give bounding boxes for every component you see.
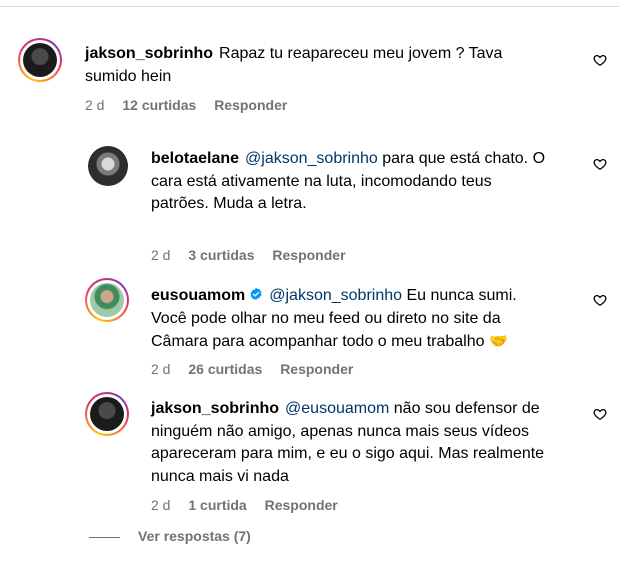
comment-username[interactable]: belotaelane — [151, 150, 239, 167]
comment-mention[interactable]: @eusouamom — [285, 400, 389, 417]
view-replies-line — [89, 537, 120, 538]
likes-count-button[interactable]: 3 curtidas — [188, 247, 254, 263]
verified-badge-icon — [250, 287, 262, 301]
comment-meta: 2 d 12 curtidas Responder — [85, 97, 287, 113]
comment-username[interactable]: eusouamom — [151, 287, 245, 304]
reply-button[interactable]: Responder — [265, 497, 338, 513]
comment-meta: 2 d 3 curtidas Responder — [151, 247, 346, 263]
heart-outline-icon[interactable] — [593, 293, 607, 307]
reply-button[interactable]: Responder — [280, 361, 353, 377]
comment-meta: 2 d 26 curtidas Responder — [151, 361, 353, 377]
view-replies-button[interactable]: Ver respostas (7) — [138, 528, 251, 544]
avatar[interactable] — [88, 146, 132, 190]
avatar[interactable] — [85, 278, 129, 322]
comment-time[interactable]: 2 d — [85, 97, 104, 113]
heart-outline-icon[interactable] — [593, 157, 607, 171]
heart-outline-icon[interactable] — [593, 53, 607, 67]
comment-mention[interactable]: @jakson_sobrinho — [269, 287, 402, 304]
comment-text: jakson_sobrinho Rapaz tu reapareceu meu j… — [85, 43, 545, 88]
comment-time[interactable]: 2 d — [151, 247, 170, 263]
comment-time[interactable]: 2 d — [151, 497, 170, 513]
comment-time[interactable]: 2 d — [151, 361, 170, 377]
comment-mention[interactable]: @jakson_sobrinho — [245, 150, 378, 167]
comment-username[interactable]: jakson_sobrinho — [151, 400, 279, 417]
likes-count-button[interactable]: 12 curtidas — [122, 97, 196, 113]
avatar[interactable] — [85, 392, 129, 436]
comment-username[interactable]: jakson_sobrinho — [85, 45, 213, 62]
reply-button[interactable]: Responder — [214, 97, 287, 113]
comment-text: belotaelane @jakson_sobrinho para que est… — [151, 148, 546, 216]
comment-text: jakson_sobrinho @eusouamom não sou defens… — [151, 398, 571, 488]
comment-text: eusouamom @jakson_sobrinho Eu nunca sumi… — [151, 285, 551, 354]
likes-count-button[interactable]: 26 curtidas — [188, 361, 262, 377]
heart-outline-icon[interactable] — [593, 407, 607, 421]
avatar[interactable] — [18, 38, 62, 82]
comment-meta: 2 d 1 curtida Responder — [151, 497, 338, 513]
handshake-emoji: 🤝 — [488, 332, 508, 350]
likes-count-button[interactable]: 1 curtida — [188, 497, 246, 513]
divider — [0, 6, 619, 7]
reply-button[interactable]: Responder — [272, 247, 345, 263]
